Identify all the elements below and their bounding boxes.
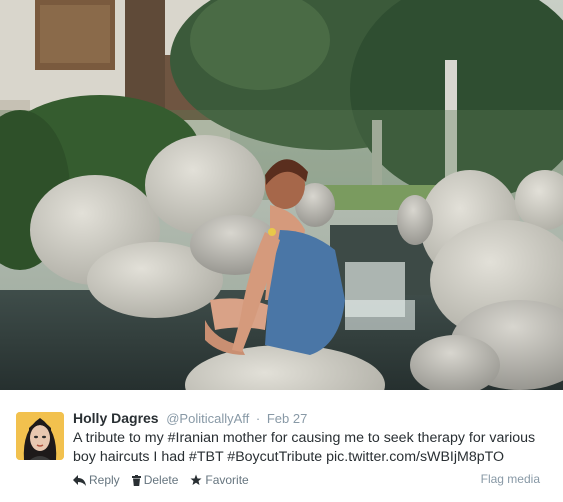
screen-name[interactable]: @PoliticallyAff [166, 411, 249, 426]
tweet-text: A tribute to my #Iranian mother for caus… [73, 430, 536, 465]
reply-label: Reply [89, 473, 120, 487]
delete-button[interactable]: Delete [131, 473, 179, 487]
timestamp[interactable]: Feb 27 [267, 411, 307, 426]
tweet-header: Holly Dagres @PoliticallyAff · Feb 27 [73, 410, 307, 427]
reply-icon [73, 474, 86, 486]
tweet-photo[interactable] [0, 0, 563, 390]
photo-image [0, 0, 563, 390]
tweet: Holly Dagres @PoliticallyAff · Feb 27 A … [0, 390, 563, 502]
display-name[interactable]: Holly Dagres [73, 410, 159, 426]
reply-button[interactable]: Reply [73, 473, 120, 487]
avatar[interactable] [16, 412, 64, 460]
favorite-button[interactable]: Favorite [190, 473, 249, 487]
star-icon [190, 474, 202, 485]
trash-icon [131, 474, 141, 486]
flag-media-link[interactable]: Flag media [481, 472, 540, 486]
separator-dot: · [255, 411, 261, 426]
delete-label: Delete [143, 473, 179, 487]
tweet-actions: Reply Delete Favorite [73, 472, 261, 488]
favorite-label: Favorite [205, 473, 249, 487]
avatar-image [16, 412, 64, 460]
